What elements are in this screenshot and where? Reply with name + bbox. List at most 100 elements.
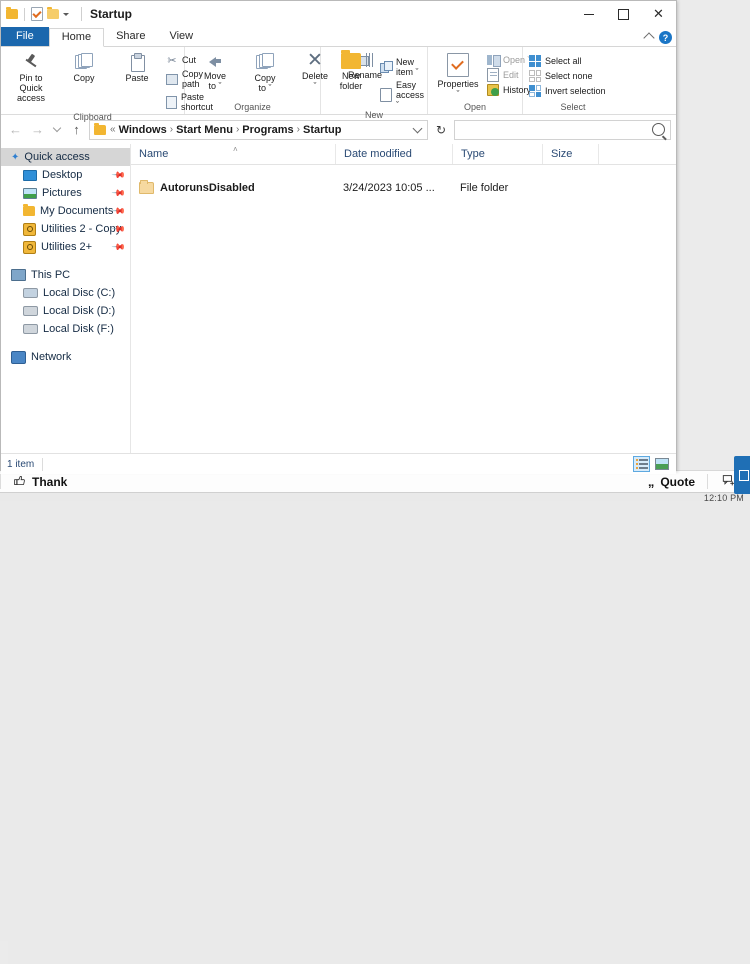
ribbon-group-label-clipboard: Clipboard <box>73 112 112 122</box>
sidebar-item-desktop[interactable]: Desktop 📌 <box>1 166 130 184</box>
easy-access-button[interactable]: Easy access ˇ <box>380 80 424 110</box>
sidebar-item-utilities-2-copy[interactable]: Utilities 2 - Copy 📌 <box>1 220 130 238</box>
chevron-down-icon <box>412 123 422 133</box>
quote-button[interactable]: „ Quote <box>636 471 707 492</box>
scissors-icon: ✂ <box>167 54 177 67</box>
sidebar-item-local-disk-d[interactable]: Local Disk (D:) <box>1 302 130 320</box>
sidebar-item-label: This PC <box>31 269 71 281</box>
delete-label-line2: ˇ <box>313 81 317 91</box>
pin-label-line1: Pin to Quick <box>19 73 43 93</box>
search-icon <box>652 123 665 136</box>
edit-icon <box>487 68 499 82</box>
breadcrumb-item-start-menu[interactable]: Start Menu <box>176 124 233 136</box>
scroll-to-top-tab[interactable] <box>734 456 750 494</box>
quick-access-toolbar <box>1 7 82 21</box>
maximize-icon <box>618 8 629 20</box>
sidebar-item-label: Local Disc (C:) <box>43 287 116 299</box>
sidebar-item-this-pc[interactable]: This PC <box>1 266 130 284</box>
folder-icon[interactable] <box>6 7 18 19</box>
window-title: Startup <box>90 7 132 21</box>
close-button[interactable]: ✕ <box>641 1 676 27</box>
pin-to-quick-access-button[interactable]: Pin to Quick access <box>7 51 55 105</box>
sort-ascending-icon: ˄ <box>233 145 238 154</box>
thank-button[interactable]: Thank <box>1 471 79 492</box>
copy-to-button[interactable]: Copy to ˇ <box>241 51 289 95</box>
sidebar-item-network[interactable]: Network <box>1 348 130 366</box>
invert-selection-icon <box>529 85 541 97</box>
file-name-cell[interactable]: AutorunsDisabled <box>131 177 335 198</box>
copy-to-icon <box>256 53 274 71</box>
sidebar-item-pictures[interactable]: Pictures 📌 <box>1 184 130 202</box>
sidebar-item-local-disk-f[interactable]: Local Disk (F:) <box>1 320 130 338</box>
search-input[interactable] <box>454 119 671 140</box>
sidebar-item-local-disc-c[interactable]: Local Disc (C:) <box>1 284 130 302</box>
file-name-label: AutorunsDisabled <box>160 181 255 194</box>
minimize-button[interactable] <box>571 1 606 27</box>
column-header-label: Size <box>551 148 573 160</box>
column-header-type[interactable]: Type <box>452 144 542 164</box>
properties-icon[interactable] <box>31 7 43 21</box>
minimize-icon <box>583 13 594 15</box>
desktop-icon <box>23 169 37 181</box>
ribbon: Pin to Quick access Copy Paste ✂ Cut Cop… <box>1 47 676 122</box>
sidebar-item-label: Desktop <box>42 169 83 181</box>
chevron-down-icon <box>52 123 62 133</box>
ribbon-group-clipboard: Pin to Quick access Copy Paste ✂ Cut Cop… <box>1 47 213 122</box>
table-row[interactable]: AutorunsDisabled 3/24/2023 10:05 ... Fil… <box>131 177 676 198</box>
ribbon-group-select: Select all Select none Invert selection … <box>523 47 623 114</box>
breadcrumb-overflow[interactable]: « <box>110 124 116 135</box>
breadcrumb-item-programs[interactable]: Programs <box>242 124 293 136</box>
copy-button[interactable]: Copy <box>60 51 108 85</box>
file-list: Name ˄ Date modified Type Size AutorunsD… <box>131 144 676 453</box>
copy-to-label-line2: to ˇ <box>258 83 272 93</box>
file-explorer-window: Startup ✕ File Home Share View ? Pin to … <box>0 0 677 474</box>
breadcrumb-item-startup[interactable]: Startup <box>303 124 342 136</box>
breadcrumb-item-windows[interactable]: Windows <box>119 124 167 136</box>
column-header-name[interactable]: Name ˄ <box>131 144 335 164</box>
details-view-button[interactable] <box>633 456 650 472</box>
forum-right-actions: „ Quote <box>636 471 750 492</box>
refresh-button[interactable]: ↻ <box>431 120 451 140</box>
folder-icon <box>94 122 106 135</box>
paste-shortcut-icon <box>166 95 177 109</box>
tab-share[interactable]: Share <box>104 27 157 46</box>
sidebar-item-label: My Documents <box>40 205 114 217</box>
select-none-button[interactable]: Select none <box>529 70 606 82</box>
select-all-button[interactable]: Select all <box>529 55 606 67</box>
tab-file[interactable]: File <box>1 27 49 46</box>
new-item-button[interactable]: New item ˇ <box>380 57 424 77</box>
paste-button[interactable]: Paste <box>113 51 161 85</box>
large-icons-view-button[interactable] <box>653 456 670 472</box>
taskbar-clock: 12:10 PM <box>703 493 744 503</box>
invert-selection-button[interactable]: Invert selection <box>529 85 606 97</box>
address-dropdown-button[interactable] <box>411 123 423 133</box>
breadcrumb: « Windows › Start Menu › Programs › Star… <box>110 124 341 136</box>
new-folder-icon[interactable] <box>47 7 59 19</box>
tab-view[interactable]: View <box>157 27 205 46</box>
select-none-icon <box>529 70 541 82</box>
chevron-down-icon[interactable] <box>63 12 69 16</box>
column-header-date-modified[interactable]: Date modified <box>335 144 452 164</box>
page-bottom-strip <box>0 493 750 501</box>
file-date-cell: 3/24/2023 10:05 ... <box>343 181 435 194</box>
divider <box>42 457 44 471</box>
pin-icon: 📌 <box>111 239 127 255</box>
sidebar-item-utilities-2-plus[interactable]: Utilities 2+ 📌 <box>1 238 130 256</box>
move-to-button[interactable]: Move to ˇ <box>191 51 239 93</box>
column-header-label: Type <box>461 148 485 160</box>
navigation-pane: ✦ Quick access Desktop 📌 Pictures 📌 My D… <box>1 144 131 453</box>
sidebar-item-label: Local Disk (D:) <box>43 305 116 317</box>
tab-home[interactable]: Home <box>48 28 105 47</box>
open-icon <box>487 54 501 67</box>
ribbon-group-label-open: Open <box>463 102 487 112</box>
network-icon <box>11 350 26 364</box>
sidebar-item-my-documents[interactable]: My Documents 📌 <box>1 202 130 220</box>
details-view-icon <box>635 459 648 469</box>
help-button[interactable]: ? <box>659 31 672 44</box>
sidebar-item-label: Utilities 2 - Copy <box>41 223 122 235</box>
sidebar-item-quick-access[interactable]: ✦ Quick access <box>1 148 130 166</box>
column-header-size[interactable]: Size <box>542 144 598 164</box>
properties-button[interactable]: Properties ˇ <box>434 51 482 101</box>
collapse-ribbon-icon[interactable] <box>643 31 655 44</box>
maximize-button[interactable] <box>606 1 641 27</box>
